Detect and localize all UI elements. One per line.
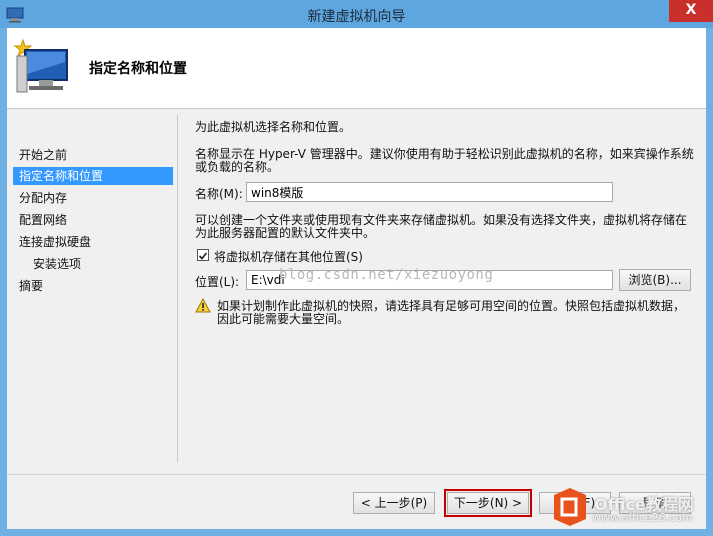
checkmark-icon	[198, 252, 208, 260]
office26-brand-overlay: Office教程网 www.office26.com	[546, 485, 713, 536]
nav-item-connect-virtual-disk[interactable]: 连接虚拟硬盘	[13, 233, 173, 251]
title-bar[interactable]: 新建虚拟机向导 X	[0, 0, 713, 28]
next-button[interactable]: 下一步(N) >	[444, 489, 532, 517]
warning-line-1: 如果计划制作此虚拟机的快照，请选择具有足够可用空间的位置。快照包括虚拟机数据，	[217, 299, 686, 313]
location-label: 位置(L):	[195, 275, 240, 289]
nav-item-configure-network[interactable]: 配置网络	[13, 211, 173, 229]
footer-separator	[7, 474, 706, 475]
name-help-line-2: 或负载的名称。	[195, 160, 280, 174]
nav-item-summary[interactable]: 摘要	[13, 277, 173, 295]
page-title: 指定名称和位置	[89, 61, 187, 77]
window-title: 新建虚拟机向导	[307, 9, 406, 25]
csdn-watermark: blog.csdn.net/xiezuoyong	[279, 267, 494, 283]
close-button[interactable]: X	[669, 0, 713, 22]
previous-button[interactable]: < 上一步(P)	[353, 492, 435, 514]
wizard-steps-nav: 开始之前 指定名称和位置 分配内存 配置网络 连接虚拟硬盘 安装选项 摘要	[7, 115, 177, 460]
warning-line-2: 因此可能需要大量空间。	[217, 312, 350, 326]
intro-text: 为此虚拟机选择名称和位置。	[195, 120, 352, 134]
browse-button[interactable]: 浏览(B)...	[619, 269, 691, 291]
folder-help-line-1: 可以创建一个文件夹或使用现有文件夹来存储虚拟机。如果没有选择文件夹，虚拟机将存储…	[195, 213, 688, 227]
new-virtual-machine-icon	[13, 38, 68, 93]
nav-divider	[177, 115, 178, 462]
name-label: 名称(M):	[195, 187, 243, 201]
store-elsewhere-label[interactable]: 将虚拟机存储在其他位置(S)	[214, 248, 363, 265]
name-input[interactable]	[246, 182, 613, 202]
warning-icon	[195, 298, 211, 313]
nav-item-specify-name-location[interactable]: 指定名称和位置	[13, 167, 173, 185]
wizard-header: 指定名称和位置	[7, 28, 706, 109]
folder-help-line-2: 为此服务器配置的默认文件夹中。	[195, 226, 376, 240]
name-help-line-1: 名称显示在 Hyper-V 管理器中。建议你使用有助于轻松识别此虚拟机的名称，如…	[195, 147, 694, 161]
office-logo-icon	[554, 488, 586, 526]
brand-url: www.office26.com	[592, 511, 693, 524]
nav-item-before-you-begin[interactable]: 开始之前	[13, 146, 173, 164]
store-elsewhere-checkbox[interactable]	[197, 249, 209, 261]
nav-item-installation-options[interactable]: 安装选项	[13, 255, 173, 273]
nav-item-assign-memory[interactable]: 分配内存	[13, 189, 173, 207]
